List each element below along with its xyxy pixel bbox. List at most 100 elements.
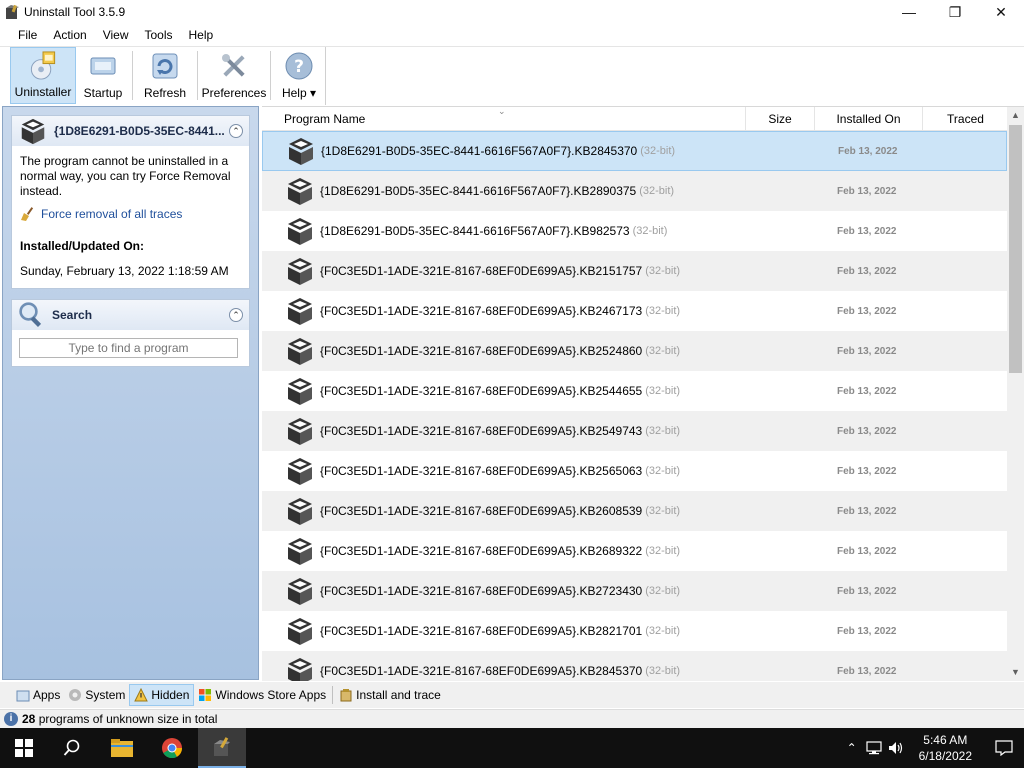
file-explorer-button[interactable] — [98, 728, 146, 768]
column-program-name[interactable]: Program Name ⌄ — [262, 106, 746, 130]
details-card: {1D8E6291-B0D5-35EC-8441... ⌃ The progra… — [11, 115, 250, 289]
table-row[interactable]: {F0C3E5D1-1ADE-321E-8167-68EF0DE699A5}.K… — [262, 531, 1007, 571]
minimize-button[interactable]: — — [886, 0, 932, 24]
table-row[interactable]: {F0C3E5D1-1ADE-321E-8167-68EF0DE699A5}.K… — [262, 651, 1007, 681]
installed-label: Installed/Updated On: — [20, 239, 145, 253]
menu-tools[interactable]: Tools — [137, 24, 181, 46]
program-name: {F0C3E5D1-1ADE-321E-8167-68EF0DE699A5}.K… — [320, 344, 643, 358]
table-row[interactable]: {F0C3E5D1-1ADE-321E-8167-68EF0DE699A5}.K… — [262, 411, 1007, 451]
scroll-thumb[interactable] — [1009, 125, 1022, 373]
uninstaller-label: Uninstaller — [14, 85, 72, 99]
program-bitness: (32-bit) — [645, 505, 681, 517]
refresh-icon — [152, 53, 178, 79]
program-name: {1D8E6291-B0D5-35EC-8441-6616F567A0F7}.K… — [321, 144, 638, 158]
preferences-button[interactable]: Preferences — [200, 47, 268, 104]
tab-windows-store-apps-label: Windows Store Apps — [215, 688, 327, 702]
table-row[interactable]: {F0C3E5D1-1ADE-321E-8167-68EF0DE699A5}.K… — [262, 251, 1007, 291]
tab-install-and-trace[interactable]: Install and trace — [335, 684, 445, 706]
scroll-up-arrow[interactable]: ▲ — [1007, 107, 1024, 124]
package-icon — [288, 378, 312, 405]
svg-text:?: ? — [294, 57, 304, 77]
column-installed-on[interactable]: Installed On — [815, 107, 923, 130]
table-row[interactable]: {F0C3E5D1-1ADE-321E-8167-68EF0DE699A5}.K… — [262, 491, 1007, 531]
menu-action[interactable]: Action — [45, 24, 94, 46]
menu-help[interactable]: Help — [181, 24, 222, 46]
startup-button[interactable]: Startup — [76, 47, 130, 104]
help-label: Help ▾ — [281, 86, 317, 100]
search-icon — [19, 302, 42, 327]
collapse-search-button[interactable]: ⌃ — [229, 308, 243, 322]
table-row[interactable]: {1D8E6291-B0D5-35EC-8441-6616F567A0F7}.K… — [262, 171, 1007, 211]
package-icon — [288, 578, 312, 605]
search-input[interactable] — [19, 338, 238, 358]
details-title: {1D8E6291-B0D5-35EC-8441... — [54, 124, 225, 138]
tray-chevron-icon[interactable]: ⌃ — [841, 741, 863, 755]
program-name: {F0C3E5D1-1ADE-321E-8167-68EF0DE699A5}.K… — [320, 624, 643, 638]
table-row[interactable]: {F0C3E5D1-1ADE-321E-8167-68EF0DE699A5}.K… — [262, 371, 1007, 411]
toolbar-separator — [132, 51, 133, 100]
menu-view[interactable]: View — [95, 24, 137, 46]
tab-windows-store-apps[interactable]: Windows Store Apps — [194, 684, 330, 706]
tab-apps[interactable]: Apps — [12, 684, 64, 706]
help-button[interactable]: ? Help ▾ — [273, 47, 325, 104]
program-name: {1D8E6291-B0D5-35EC-8441-6616F567A0F7}.K… — [320, 184, 637, 198]
scroll-down-arrow[interactable]: ▼ — [1007, 664, 1024, 681]
tab-apps-label: Apps — [33, 688, 61, 702]
program-installed-date: Feb 13, 2022 — [837, 465, 897, 477]
uninstaller-button[interactable]: Uninstaller — [10, 47, 76, 104]
details-card-header: {1D8E6291-B0D5-35EC-8441... ⌃ — [12, 116, 249, 146]
table-row[interactable]: {F0C3E5D1-1ADE-321E-8167-68EF0DE699A5}.K… — [262, 571, 1007, 611]
table-row[interactable]: {F0C3E5D1-1ADE-321E-8167-68EF0DE699A5}.K… — [262, 611, 1007, 651]
refresh-button[interactable]: Refresh — [135, 47, 195, 104]
taskbar-clock[interactable]: 5:46 AM 6/18/2022 — [919, 732, 972, 764]
program-bitness: (32-bit) — [645, 465, 681, 477]
notifications-button[interactable] — [984, 728, 1024, 768]
table-row[interactable]: {1D8E6291-B0D5-35EC-8441-6616F567A0F7}.K… — [262, 211, 1007, 251]
program-name: {F0C3E5D1-1ADE-321E-8167-68EF0DE699A5}.K… — [320, 264, 643, 278]
windows-logo-icon — [15, 739, 33, 757]
program-installed-date: Feb 13, 2022 — [837, 345, 897, 357]
package-icon — [288, 298, 312, 325]
maximize-button[interactable]: ❐ — [932, 0, 978, 24]
network-icon[interactable] — [863, 741, 885, 755]
broom-icon — [21, 207, 34, 221]
table-row[interactable]: {F0C3E5D1-1ADE-321E-8167-68EF0DE699A5}.K… — [262, 331, 1007, 371]
window-title: Uninstall Tool 3.5.9 — [24, 5, 126, 19]
tab-separator — [332, 686, 334, 704]
tab-system[interactable]: System — [64, 684, 129, 706]
tab-hidden[interactable]: Hidden — [129, 684, 195, 706]
column-size[interactable]: Size — [746, 107, 815, 130]
left-panel: {1D8E6291-B0D5-35EC-8441... ⌃ The progra… — [2, 106, 259, 680]
taskbar-search-button[interactable] — [48, 728, 96, 768]
column-program-name-label: Program Name — [284, 112, 366, 126]
clock-time: 5:46 AM — [923, 733, 968, 747]
status-bar: i 28 programs of unknown size in total — [0, 709, 1024, 728]
vertical-scrollbar[interactable]: ▲ ▼ — [1007, 107, 1024, 681]
program-bitness: (32-bit) — [645, 305, 681, 317]
collapse-details-button[interactable]: ⌃ — [229, 124, 243, 138]
chrome-button[interactable] — [148, 728, 196, 768]
close-button[interactable]: ✕ — [978, 0, 1024, 24]
program-bitness: (32-bit) — [632, 225, 668, 237]
program-bitness: (32-bit) — [645, 265, 681, 277]
menu-file[interactable]: File — [10, 24, 45, 46]
table-row[interactable]: {F0C3E5D1-1ADE-321E-8167-68EF0DE699A5}.K… — [262, 451, 1007, 491]
search-card: Search ⌃ — [11, 299, 250, 367]
column-traced[interactable]: Traced — [923, 107, 1008, 130]
preferences-icon — [222, 54, 245, 77]
search-card-header: Search ⌃ — [12, 300, 249, 330]
volume-icon[interactable] — [885, 741, 907, 755]
tab-system-label: System — [85, 688, 126, 702]
windows-store-icon — [199, 689, 212, 701]
system-tray: ⌃ 5:46 AM 6/18/2022 — [841, 728, 1024, 768]
program-installed-date: Feb 13, 2022 — [837, 425, 897, 437]
force-removal-label: Force removal of all traces — [41, 207, 183, 221]
installed-date: Sunday, February 13, 2022 1:18:59 AM — [20, 264, 229, 278]
program-name: {F0C3E5D1-1ADE-321E-8167-68EF0DE699A5}.K… — [320, 464, 643, 478]
table-row[interactable]: {1D8E6291-B0D5-35EC-8441-6616F567A0F7}.K… — [262, 131, 1007, 171]
start-button[interactable] — [0, 728, 48, 768]
uninstall-tool-taskbar-button[interactable] — [198, 728, 246, 768]
force-removal-link[interactable]: Force removal of all traces — [20, 207, 241, 221]
status-count: 28 — [22, 712, 36, 726]
table-row[interactable]: {F0C3E5D1-1ADE-321E-8167-68EF0DE699A5}.K… — [262, 291, 1007, 331]
